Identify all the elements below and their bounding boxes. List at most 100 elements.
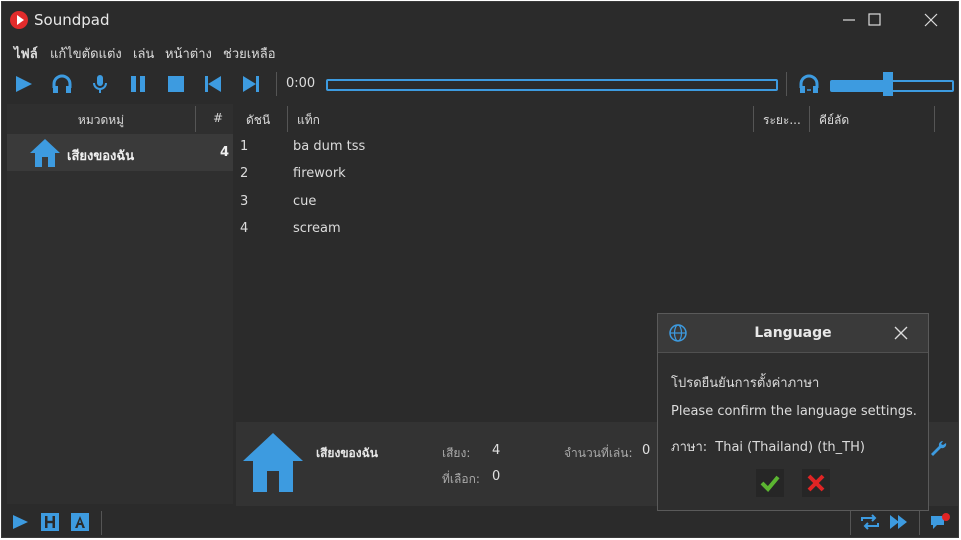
maximize-icon xyxy=(868,13,881,26)
confirm-button[interactable] xyxy=(756,469,784,497)
category-header: หมวดหมู่ # xyxy=(7,104,233,135)
output-listen-button[interactable] xyxy=(796,72,822,96)
microphone-button[interactable] xyxy=(87,72,113,96)
window-title: Soundpad xyxy=(34,11,110,29)
status-separator xyxy=(919,511,920,535)
maximize-button[interactable] xyxy=(850,2,900,38)
play-icon xyxy=(16,76,32,92)
status-play-button[interactable] xyxy=(11,512,31,532)
category-item[interactable]: เสียงของฉัน 4 xyxy=(7,135,233,171)
language-label: ภาษา: xyxy=(671,440,708,455)
info-category-name: เสียงของฉัน xyxy=(316,446,378,460)
column-divider xyxy=(195,106,196,132)
sound-name: ba dum tss xyxy=(293,139,366,154)
cross-icon xyxy=(807,474,825,492)
selected-count-label: ที่เลือก: xyxy=(442,472,480,486)
soundpad-logo-icon xyxy=(10,11,28,29)
pause-button[interactable] xyxy=(125,72,151,96)
auto-a-icon xyxy=(71,513,89,531)
column-divider xyxy=(809,106,810,132)
sound-index: 2 xyxy=(240,166,249,181)
sound-row[interactable]: 2 firework xyxy=(235,162,958,189)
menu-edit[interactable]: แก้ไขตัดแต่ง xyxy=(50,43,122,64)
home-icon xyxy=(30,139,60,167)
sound-row[interactable]: 4 scream xyxy=(235,217,958,244)
volume-thumb[interactable] xyxy=(883,72,893,96)
toolbar-separator xyxy=(786,72,787,96)
sound-index: 4 xyxy=(240,221,249,236)
status-separator xyxy=(101,511,102,535)
column-divider xyxy=(934,106,935,132)
auto-button[interactable] xyxy=(70,512,90,532)
language-value: Thai (Thailand) (th_TH) xyxy=(715,440,865,455)
playback-time: 0:00 xyxy=(286,76,316,91)
skip-next-icon xyxy=(243,76,259,92)
chat-notification-icon xyxy=(931,513,950,529)
previous-button[interactable] xyxy=(200,72,226,96)
home-icon xyxy=(243,433,303,492)
close-icon xyxy=(924,13,938,27)
repeat-icon xyxy=(861,514,879,530)
play-icon xyxy=(13,515,28,529)
sound-name: cue xyxy=(293,194,317,209)
skip-previous-icon xyxy=(205,76,221,92)
microphone-icon xyxy=(93,75,107,93)
hotkeys-button[interactable] xyxy=(40,512,60,532)
player-toolbar: 0:00 xyxy=(2,68,958,100)
language-row[interactable]: ภาษา: Thai (Thailand) (th_TH) xyxy=(671,436,865,457)
stop-icon xyxy=(168,76,184,92)
checkmark-icon xyxy=(760,475,780,492)
category-panel: หมวดหมู่ # เสียงของฉัน 4 xyxy=(7,104,233,504)
close-button[interactable] xyxy=(906,2,956,38)
category-count: 4 xyxy=(219,145,229,160)
dialog-header: Language xyxy=(658,314,928,353)
repeat-button[interactable] xyxy=(859,512,879,532)
cancel-button[interactable] xyxy=(802,469,830,497)
selected-count-value: 0 xyxy=(492,469,501,484)
listen-button[interactable] xyxy=(49,72,75,96)
menu-help[interactable]: ช่วยเหลือ xyxy=(223,43,276,64)
menu-bar: ไฟล์ แก้ไขตัดแต่ง เล่น หน้าต่าง ช่วยเหลื… xyxy=(2,40,958,64)
status-separator xyxy=(850,511,851,535)
category-column-header[interactable]: หมวดหมู่ xyxy=(7,111,195,130)
sound-row[interactable]: 3 cue xyxy=(235,190,958,217)
title-bar: Soundpad xyxy=(2,2,958,38)
hotkey-column-header[interactable]: คีย์ลัด xyxy=(819,111,849,130)
count-column-header[interactable]: # xyxy=(213,111,223,125)
sound-index: 3 xyxy=(240,194,249,209)
sound-name: scream xyxy=(293,221,341,236)
toolbar-separator xyxy=(276,72,277,96)
play-count-value: 0 xyxy=(642,443,651,458)
language-dialog: Language โปรดยืนยันการตั้งค่าภาษา Please… xyxy=(657,313,929,511)
menu-play[interactable]: เล่น xyxy=(133,43,154,64)
duration-column-header[interactable]: ระยะ... xyxy=(763,111,801,130)
notifications-button[interactable] xyxy=(929,512,950,532)
track-column-header[interactable]: แท็ก xyxy=(297,111,320,130)
sound-index: 1 xyxy=(240,139,249,154)
column-divider xyxy=(753,106,754,132)
dialog-message-english: Please confirm the language settings. xyxy=(671,404,917,419)
headphones-icon xyxy=(799,74,819,93)
seek-bar[interactable] xyxy=(326,79,778,91)
close-icon[interactable] xyxy=(894,326,908,340)
stop-button[interactable] xyxy=(163,72,189,96)
column-divider xyxy=(287,106,288,132)
category-name: เสียงของฉัน xyxy=(67,149,135,164)
sound-name: firework xyxy=(293,166,346,181)
menu-window[interactable]: หน้าต่าง xyxy=(165,43,212,64)
headphones-icon xyxy=(52,74,72,93)
fast-forward-icon xyxy=(890,515,907,529)
play-button[interactable] xyxy=(11,72,37,96)
wrench-icon[interactable] xyxy=(929,439,947,457)
sound-row[interactable]: 1 ba dum tss xyxy=(235,135,958,162)
index-column-header[interactable]: ดัชนี xyxy=(246,111,270,130)
play-next-button[interactable] xyxy=(888,512,908,532)
dialog-title: Language xyxy=(754,325,832,341)
sounds-count-value: 4 xyxy=(492,443,501,458)
sounds-count-label: เสียง: xyxy=(442,446,471,460)
hotkey-h-icon xyxy=(41,513,59,531)
dialog-message-thai: โปรดยืนยันการตั้งค่าภาษา xyxy=(671,376,820,391)
menu-file[interactable]: ไฟล์ xyxy=(14,43,38,64)
play-count-label: จำนวนที่เล่น: xyxy=(564,446,633,460)
next-button[interactable] xyxy=(238,72,264,96)
